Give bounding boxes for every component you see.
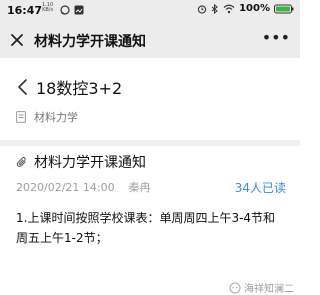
post-title: 材料力学开课通知 xyxy=(34,155,146,171)
alarm-icon xyxy=(197,4,207,14)
content: 18数控3+2 材料力学 材料力学开课通知 2020/02/21 14:00 秦冉… xyxy=(0,58,300,295)
wifi-icon xyxy=(223,4,235,13)
read-count-link[interactable]: 34人已读 xyxy=(235,179,286,196)
back-chevron-icon[interactable] xyxy=(16,78,28,96)
document-icon xyxy=(16,111,26,123)
whatsapp-icon xyxy=(60,5,70,15)
page-title: 材料力学开课通知 xyxy=(34,34,146,50)
post-meta: 2020/02/21 14:00 秦冉 xyxy=(16,179,151,195)
title-bar: 材料力学开课通知 ••• xyxy=(0,22,300,58)
bluetooth-icon xyxy=(211,3,218,14)
course-name: 材料力学 xyxy=(34,111,78,124)
gallery-icon xyxy=(74,5,84,15)
post-title-row: 材料力学开课通知 xyxy=(16,152,146,172)
wechat-logo-icon xyxy=(229,282,241,293)
section-divider xyxy=(0,140,300,146)
paperclip-icon xyxy=(16,156,26,167)
watermark: 海祥知澜二 xyxy=(229,280,294,295)
course-row: 材料力学 xyxy=(16,109,78,125)
back-to-group[interactable]: 18数控3+2 xyxy=(16,76,122,98)
status-bar: 16:47 1.10 KB/s 100% xyxy=(0,0,300,22)
post-datetime: 2020/02/21 14:00 xyxy=(16,181,115,194)
battery-percent: 100% xyxy=(239,3,270,14)
status-time: 16:47 xyxy=(7,4,43,17)
close-icon[interactable] xyxy=(10,33,24,47)
post-author: 秦冉 xyxy=(128,181,151,194)
group-name: 18数控3+2 xyxy=(36,79,123,98)
network-speed: 1.10 KB/s xyxy=(42,2,54,13)
watermark-text: 海祥知澜二 xyxy=(244,284,294,295)
more-icon[interactable]: ••• xyxy=(262,30,290,46)
battery-icon xyxy=(274,4,294,13)
post-body: 1.上课时间按照学校课表：单周周四上午3-4节和周五上午1-2节； xyxy=(16,211,276,245)
